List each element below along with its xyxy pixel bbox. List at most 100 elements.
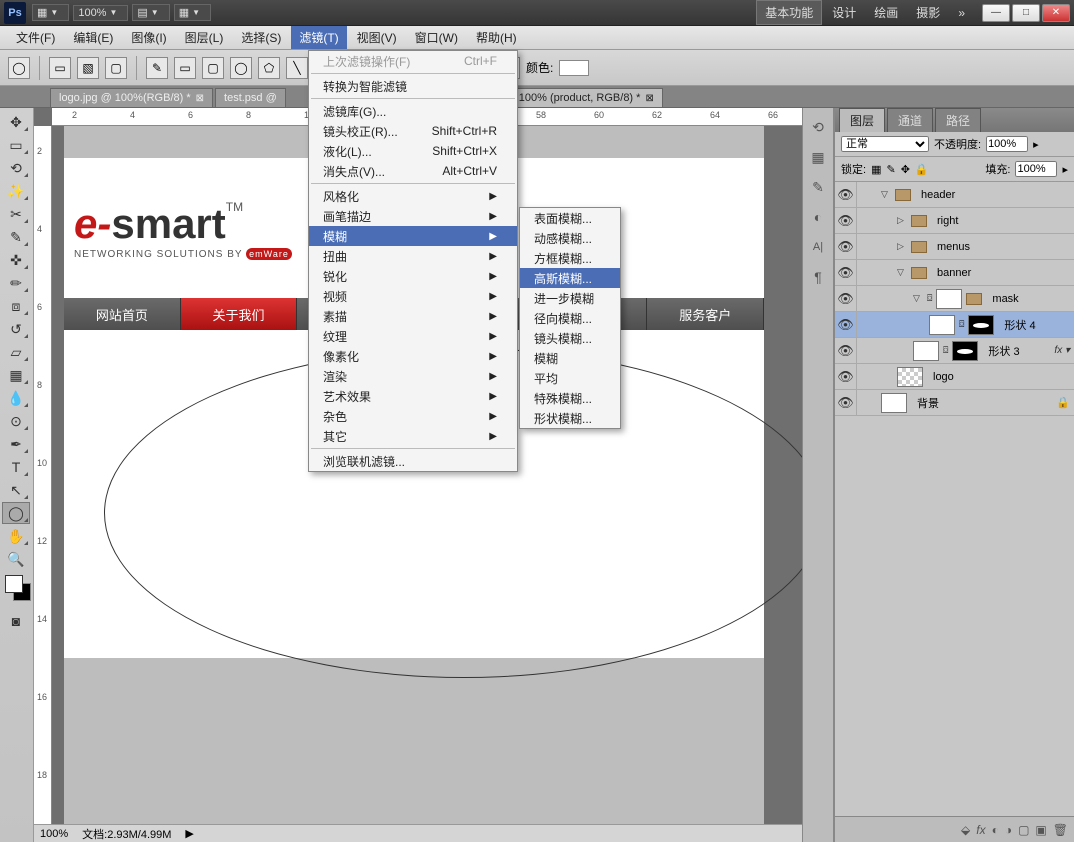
opt-ellipse[interactable]: ◯ [230,57,252,79]
visibility-icon[interactable]: 👁 [835,338,857,363]
history-icon[interactable]: ⟲ [807,116,829,138]
filter-sub-2[interactable]: 模糊▶ [309,226,517,246]
menu-file[interactable]: 文件(F) [8,26,63,49]
layer-row[interactable]: 👁▽banner [835,260,1074,286]
workspace-essentials[interactable]: 基本功能 [756,0,822,25]
tab-channels[interactable]: 通道 [887,108,933,132]
tab-paths[interactable]: 路径 [935,108,981,132]
ruler-vertical[interactable]: 24681012141618 [34,126,52,824]
blur-item-1[interactable]: 动感模糊... [520,228,620,248]
move-tool[interactable]: ✥ [2,111,30,133]
layer-row[interactable]: 👁⌼形状 3fx ▾ [835,338,1074,364]
workspace-design[interactable]: 设计 [824,1,864,24]
filter-sub-8[interactable]: 像素化▶ [309,346,517,366]
opt-roundrect[interactable]: ▢ [202,57,224,79]
layer-row[interactable]: 👁logo [835,364,1074,390]
wand-tool[interactable]: ✨ [2,180,30,202]
menu-window[interactable]: 窗口(W) [407,26,466,49]
menu-layer[interactable]: 图层(L) [177,26,232,49]
close-button[interactable]: ✕ [1042,4,1070,22]
blur-item-8[interactable]: 平均 [520,368,620,388]
visibility-icon[interactable]: 👁 [835,208,857,233]
mask-icon[interactable]: ◐ [992,823,999,837]
visibility-icon[interactable]: 👁 [835,234,857,259]
filter-sub-4[interactable]: 锐化▶ [309,266,517,286]
blend-mode-select[interactable]: 正常 [841,136,929,152]
filter-sub-0[interactable]: 风格化▶ [309,186,517,206]
blur-item-10[interactable]: 形状模糊... [520,408,620,428]
styles-icon[interactable]: ◐ [807,206,829,228]
filter-last[interactable]: 上次滤镜操作(F)Ctrl+F [309,51,517,71]
lock-trans-icon[interactable]: ▦ [871,163,881,176]
visibility-icon[interactable]: 👁 [835,364,857,389]
layer-row[interactable]: 👁▷menus [835,234,1074,260]
adjust-icon[interactable]: ◑ [1005,823,1012,837]
doc-tab-1[interactable]: logo.jpg @ 100%(RGB/8) *⊠ [50,88,213,107]
blur-tool[interactable]: 💧 [2,387,30,409]
filter-browse[interactable]: 浏览联机滤镜... [309,451,517,471]
workspace-painting[interactable]: 绘画 [866,1,906,24]
layout-dropdown[interactable]: ▦ ▼ [32,4,69,21]
blur-item-5[interactable]: 径向模糊... [520,308,620,328]
menu-filter[interactable]: 滤镜(T) [291,26,346,49]
filter-item[interactable]: 消失点(V)...Alt+Ctrl+V [309,161,517,181]
workspace-photo[interactable]: 摄影 [908,1,948,24]
marquee-tool[interactable]: ▭ [2,134,30,156]
char-icon[interactable]: A| [807,236,829,258]
close-icon[interactable]: ⊠ [196,93,204,104]
lock-paint-icon[interactable]: ✎ [886,163,895,176]
filter-item[interactable]: 镜头校正(R)...Shift+Ctrl+R [309,121,517,141]
history-brush-tool[interactable]: ↺ [2,318,30,340]
delete-icon[interactable]: 🗑 [1053,823,1068,837]
tab-layers[interactable]: 图层 [839,108,885,132]
lock-pos-icon[interactable]: ✥ [901,163,910,176]
opt-line[interactable]: ╲ [286,57,308,79]
crop-tool[interactable]: ✂ [2,203,30,225]
workspace-more[interactable]: » [950,3,973,23]
filter-sub-5[interactable]: 视频▶ [309,286,517,306]
link-layers-icon[interactable]: ⬙ [961,823,970,837]
fill-input[interactable] [1015,161,1057,177]
layer-row[interactable]: 👁⌼形状 4 [835,312,1074,338]
menu-select[interactable]: 选择(S) [233,26,289,49]
filter-sub-3[interactable]: 扭曲▶ [309,246,517,266]
shape-tool[interactable]: ◯ [2,502,30,524]
filter-smart[interactable]: 转换为智能滤镜 [309,76,517,96]
minimize-button[interactable]: — [982,4,1010,22]
group-icon[interactable]: ▢ [1018,823,1029,837]
swatches-icon[interactable]: ▦ [807,146,829,168]
para-icon[interactable]: ¶ [807,266,829,288]
color-swatch[interactable] [559,60,589,76]
maximize-button[interactable]: □ [1012,4,1040,22]
foreground-color[interactable] [5,575,23,593]
filter-sub-9[interactable]: 渲染▶ [309,366,517,386]
color-picker[interactable] [2,575,31,609]
heal-tool[interactable]: ✜ [2,249,30,271]
shape-mode-2[interactable]: ▧ [77,57,99,79]
visibility-icon[interactable]: 👁 [835,260,857,285]
opt-polygon[interactable]: ⬠ [258,57,280,79]
layer-row[interactable]: 👁▷right [835,208,1074,234]
layer-row[interactable]: 👁背景🔒 [835,390,1074,416]
dodge-tool[interactable]: ⊙ [2,410,30,432]
eyedropper-tool[interactable]: ✎ [2,226,30,248]
visibility-icon[interactable]: 👁 [835,182,857,207]
opt-rect[interactable]: ▭ [174,57,196,79]
lasso-tool[interactable]: ⟲ [2,157,30,179]
eraser-tool[interactable]: ▱ [2,341,30,363]
blur-item-3[interactable]: 高斯模糊... [520,268,620,288]
gradient-tool[interactable]: ▦ [2,364,30,386]
pen-tool[interactable]: ✒ [2,433,30,455]
blur-item-0[interactable]: 表面模糊... [520,208,620,228]
view-toggle[interactable]: ▤ ▼ [132,4,169,21]
filter-sub-1[interactable]: 画笔描边▶ [309,206,517,226]
menu-edit[interactable]: 编辑(E) [65,26,121,49]
menu-help[interactable]: 帮助(H) [468,26,525,49]
blur-item-6[interactable]: 镜头模糊... [520,328,620,348]
zoom-tool[interactable]: 🔍 [2,548,30,570]
brush-icon[interactable]: ✎ [807,176,829,198]
status-zoom[interactable]: 100% [40,828,68,840]
zoom-dropdown[interactable]: 100% ▼ [73,5,128,21]
shape-mode-1[interactable]: ▭ [49,57,71,79]
blur-item-2[interactable]: 方框模糊... [520,248,620,268]
